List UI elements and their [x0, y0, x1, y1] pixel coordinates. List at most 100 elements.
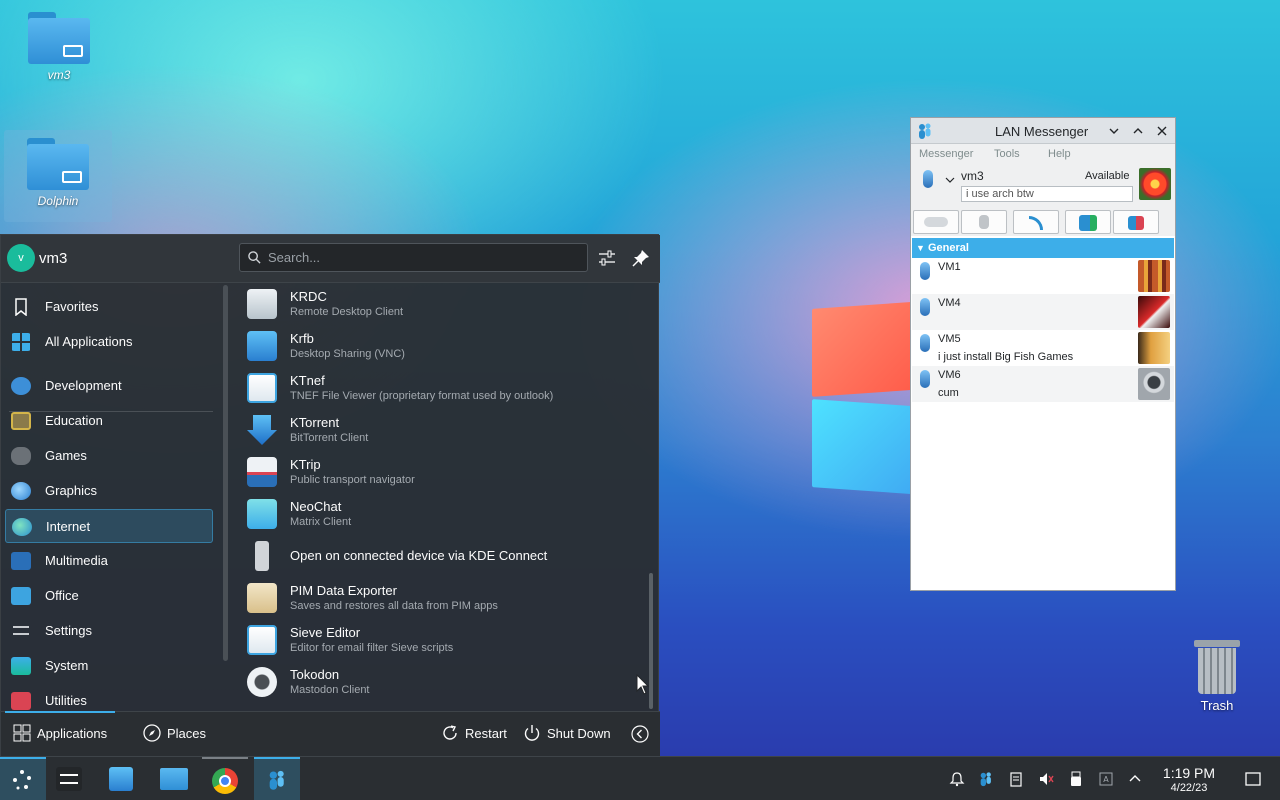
avatar[interactable]: v	[7, 244, 35, 272]
tab-places[interactable]: Places	[143, 724, 206, 742]
taskbar-discover[interactable]	[98, 757, 144, 800]
broadcast-button[interactable]	[913, 210, 959, 234]
search-input[interactable]	[268, 244, 578, 271]
category-education[interactable]: Education	[5, 404, 213, 438]
minimize-icon[interactable]	[1107, 124, 1121, 138]
lan-messenger-tray-icon[interactable]	[978, 771, 994, 787]
app-ktnef[interactable]: KTnef TNEF File Viewer (proprietary form…	[237, 367, 642, 409]
desktop-icon-label: vm3	[47, 68, 71, 82]
user-avatar[interactable]	[1139, 168, 1171, 200]
desktop-icon-label: Dolphin	[37, 194, 79, 208]
show-desktop-icon[interactable]	[1245, 771, 1261, 787]
app-name: KTrip	[290, 457, 321, 472]
status-label[interactable]: Available	[1085, 170, 1129, 182]
app-sieve-editor[interactable]: Sieve Editor Editor for email filter Sie…	[237, 619, 642, 661]
app-ktorrent[interactable]: KTorrent BitTorrent Client	[237, 409, 642, 451]
group-header[interactable]: ▼ General	[912, 238, 1174, 258]
list-item[interactable]: VM6 cum	[912, 366, 1174, 402]
app-krdc[interactable]: KRDC Remote Desktop Client	[237, 283, 642, 325]
taskbar-dolphin[interactable]	[150, 757, 196, 800]
chevron-down-icon[interactable]	[945, 176, 955, 184]
maximize-icon[interactable]	[1131, 124, 1145, 138]
app-description: Editor for email filter Sieve scripts	[290, 642, 454, 654]
list-item[interactable]: VM5 i just install Big Fish Games	[912, 330, 1174, 366]
peer-avatar	[1138, 332, 1170, 364]
chat-bubble-icon	[924, 217, 948, 227]
multimedia-icon	[11, 552, 31, 570]
window-titlebar[interactable]: LAN Messenger	[911, 118, 1175, 144]
send-file-button[interactable]	[961, 210, 1007, 234]
list-item[interactable]: VM4	[912, 294, 1174, 330]
status-person-icon[interactable]	[923, 170, 933, 188]
power-icon	[524, 725, 540, 741]
gamepad-icon	[11, 447, 31, 465]
app-description: Desktop Sharing (VNC)	[290, 348, 405, 360]
category-development[interactable]: Development	[5, 369, 213, 403]
kde-connect-icon	[255, 541, 269, 571]
app-kde-connect[interactable]: Open on connected device via KDE Connect	[237, 535, 642, 577]
menu-help[interactable]: Help	[1048, 148, 1071, 160]
taskbar-system-settings[interactable]	[46, 757, 92, 800]
search-field[interactable]	[239, 243, 588, 272]
desktop-icon-trash[interactable]: Trash	[1186, 640, 1248, 713]
trash-icon	[1194, 640, 1240, 694]
input-method-icon[interactable]: A	[1098, 771, 1114, 787]
restart-button[interactable]: Restart	[441, 724, 507, 742]
app-krfb[interactable]: Krfb Desktop Sharing (VNC)	[237, 325, 642, 367]
menu-tools[interactable]: Tools	[994, 148, 1020, 160]
usb-device-icon[interactable]	[1068, 771, 1084, 787]
category-settings[interactable]: Settings	[5, 614, 213, 648]
peer-name: VM6	[938, 369, 961, 381]
category-office[interactable]: Office	[5, 579, 213, 613]
pin-icon[interactable]	[630, 247, 652, 269]
category-all-applications[interactable]: All Applications	[5, 325, 213, 359]
feed-button[interactable]	[1013, 210, 1059, 234]
category-label: Multimedia	[45, 553, 108, 568]
rss-icon	[1029, 216, 1043, 230]
category-graphics[interactable]: Graphics	[5, 474, 213, 508]
category-internet[interactable]: Internet	[5, 509, 213, 543]
app-tokodon[interactable]: Tokodon Mastodon Client	[237, 661, 642, 703]
category-label: Internet	[46, 519, 91, 534]
lan-messenger-window: LAN Messenger Messenger Tools Help vm3 A…	[910, 117, 1176, 591]
education-icon	[11, 412, 31, 430]
status-note-input[interactable]: i use arch btw	[961, 186, 1133, 202]
group-label: General	[928, 242, 969, 254]
clock-date: 4/22/23	[1170, 782, 1208, 794]
app-name: KRDC	[290, 289, 327, 304]
mouse-cursor	[636, 674, 650, 695]
sieve-editor-icon	[247, 625, 277, 655]
category-multimedia[interactable]: Multimedia	[5, 544, 213, 578]
chevron-left-icon[interactable]	[631, 725, 649, 743]
clipboard-icon[interactable]	[1008, 771, 1024, 787]
desktop-icon-dolphin[interactable]: Dolphin	[4, 130, 112, 222]
list-item[interactable]: VM1	[912, 258, 1174, 294]
menu-messenger[interactable]: Messenger	[919, 148, 973, 160]
notifications-icon[interactable]	[949, 771, 965, 787]
category-label: Office	[45, 588, 79, 603]
desktop-icon-vm3[interactable]: vm3	[14, 12, 104, 82]
app-neochat[interactable]: NeoChat Matrix Client	[237, 493, 642, 535]
category-games[interactable]: Games	[5, 439, 213, 473]
clock[interactable]: 1:19 PM 4/22/23	[1158, 765, 1220, 794]
chevron-up-icon[interactable]	[1127, 771, 1143, 787]
volume-muted-icon[interactable]	[1038, 771, 1054, 787]
app-pim-data-exporter[interactable]: PIM Data Exporter Saves and restores all…	[237, 577, 642, 619]
category-scrollbar[interactable]	[223, 285, 228, 661]
taskbar-chrome[interactable]	[202, 757, 248, 800]
app-name: Krfb	[290, 331, 314, 346]
app-ktrip[interactable]: KTrip Public transport navigator	[237, 451, 642, 493]
shutdown-button[interactable]: Shut Down	[523, 724, 611, 742]
taskbar-lan-messenger[interactable]	[254, 757, 300, 800]
application-launcher-button[interactable]	[0, 757, 46, 800]
add-contact-button[interactable]	[1065, 210, 1111, 234]
category-favorites[interactable]: Favorites	[5, 290, 213, 324]
app-description: Remote Desktop Client	[290, 306, 404, 318]
person-icon	[920, 262, 930, 280]
category-system[interactable]: System	[5, 649, 213, 683]
category-utilities[interactable]: Utilities	[5, 684, 213, 711]
configure-icon[interactable]	[596, 247, 618, 269]
tab-applications[interactable]: Applications	[13, 724, 107, 742]
settings-button[interactable]	[1113, 210, 1159, 234]
close-icon[interactable]	[1155, 124, 1169, 138]
